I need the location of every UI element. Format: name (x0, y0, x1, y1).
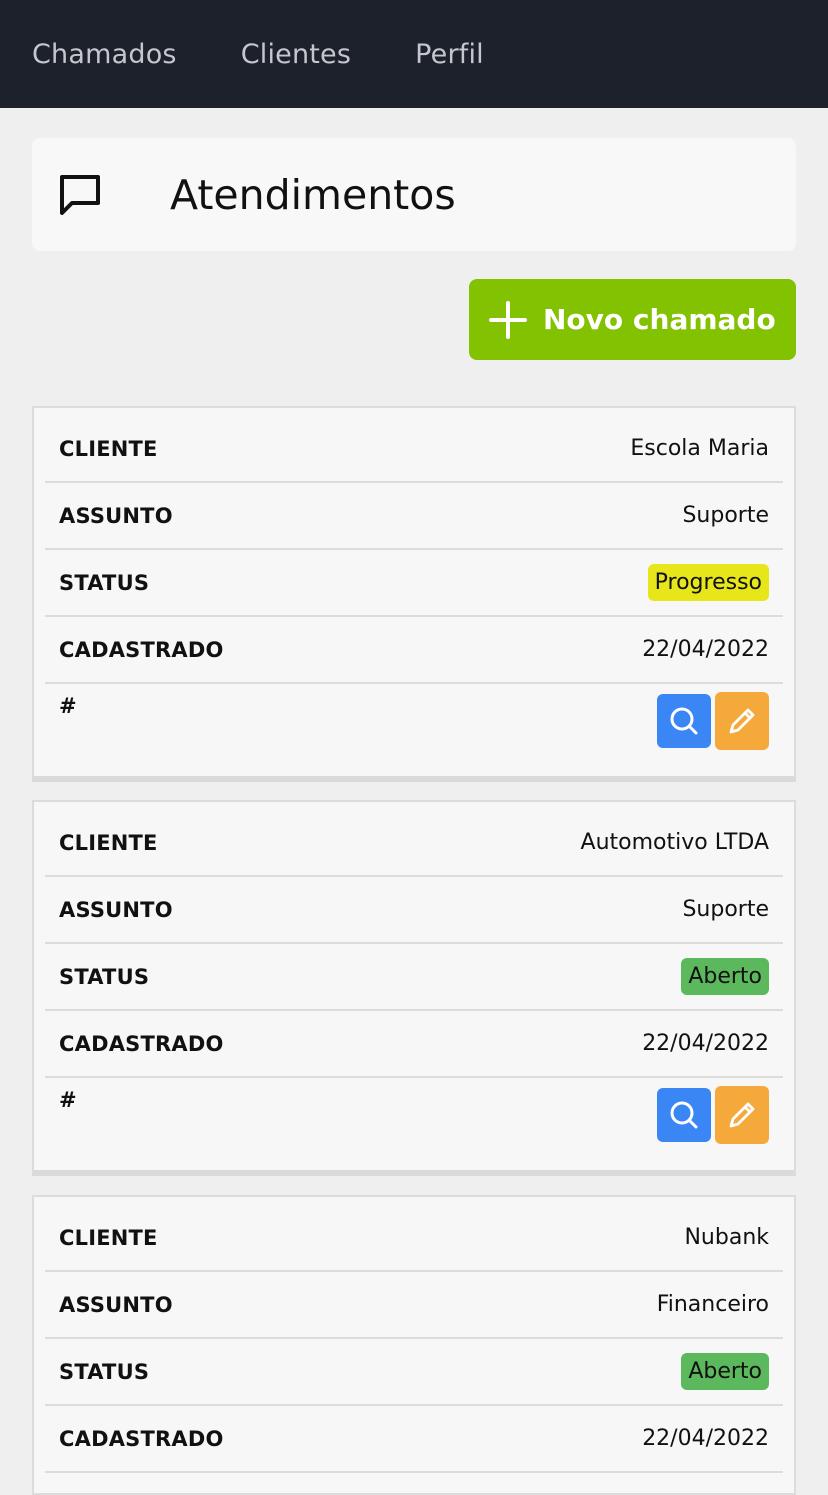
actions-label: # (59, 1088, 77, 1112)
status-badge: Aberto (681, 958, 769, 995)
cliente-value: Nubank (684, 1225, 769, 1250)
assunto-label: ASSUNTO (59, 1292, 173, 1317)
view-ticket-button[interactable] (657, 1088, 711, 1142)
ticket-row-assunto: ASSUNTO Suporte (45, 483, 783, 550)
ticket-card: CLIENTE Automotivo LTDA ASSUNTO Suporte … (32, 800, 796, 1176)
cadastrado-label: CADASTRADO (59, 1426, 224, 1451)
cliente-value: Escola Maria (630, 436, 769, 461)
page-title-card: Atendimentos (32, 138, 796, 251)
cadastrado-value: 22/04/2022 (642, 1031, 769, 1056)
assunto-value: Suporte (682, 503, 769, 528)
edit-ticket-button[interactable] (715, 692, 769, 750)
ticket-card: CLIENTE Escola Maria ASSUNTO Suporte STA… (32, 406, 796, 782)
cliente-value: Automotivo LTDA (580, 830, 769, 855)
plus-icon (489, 300, 527, 339)
ticket-card: CLIENTE Nubank ASSUNTO Financeiro STATUS… (32, 1195, 796, 1495)
new-ticket-button[interactable]: Novo chamado (469, 279, 796, 360)
status-badge: Aberto (681, 1353, 769, 1390)
nav-link-clientes[interactable]: Clientes (241, 39, 351, 70)
assunto-label: ASSUNTO (59, 897, 173, 922)
cliente-label: CLIENTE (59, 830, 158, 855)
pencil-icon (729, 708, 755, 734)
ticket-row-status: STATUS Aberto (45, 1339, 783, 1406)
cadastrado-label: CADASTRADO (59, 637, 224, 662)
ticket-row-actions: # (45, 1078, 783, 1172)
ticket-row-cadastrado: CADASTRADO 22/04/2022 (45, 1011, 783, 1078)
cliente-label: CLIENTE (59, 436, 158, 461)
ticket-row-status: STATUS Aberto (45, 944, 783, 1011)
assunto-value: Financeiro (656, 1292, 769, 1317)
ticket-row-assunto: ASSUNTO Suporte (45, 877, 783, 944)
status-label: STATUS (59, 570, 150, 595)
ticket-row-cadastrado: CADASTRADO 22/04/2022 (45, 617, 783, 684)
new-ticket-label: Novo chamado (543, 303, 776, 336)
page-title: Atendimentos (170, 170, 456, 219)
nav-link-perfil[interactable]: Perfil (415, 39, 484, 70)
chat-bubble-icon (60, 174, 100, 215)
action-buttons (657, 692, 769, 750)
cadastrado-value: 22/04/2022 (642, 1426, 769, 1451)
cadastrado-value: 22/04/2022 (642, 637, 769, 662)
status-badge: Progresso (647, 564, 769, 601)
ticket-row-cliente: CLIENTE Nubank (45, 1205, 783, 1272)
ticket-row-status: STATUS Progresso (45, 550, 783, 617)
assunto-label: ASSUNTO (59, 503, 173, 528)
status-label: STATUS (59, 1359, 150, 1384)
actions-label: # (59, 694, 77, 718)
action-buttons (657, 1086, 769, 1144)
assunto-value: Suporte (682, 897, 769, 922)
ticket-row-assunto: ASSUNTO Financeiro (45, 1272, 783, 1339)
cliente-label: CLIENTE (59, 1225, 158, 1250)
nav-link-chamados[interactable]: Chamados (32, 39, 177, 70)
ticket-row-cadastrado: CADASTRADO 22/04/2022 (45, 1406, 783, 1473)
edit-ticket-button[interactable] (715, 1086, 769, 1144)
pencil-icon (729, 1102, 755, 1128)
search-icon (670, 1101, 698, 1129)
ticket-row-actions: # (45, 684, 783, 778)
search-icon (670, 707, 698, 735)
view-ticket-button[interactable] (657, 694, 711, 748)
top-navbar: Chamados Clientes Perfil (0, 0, 828, 108)
ticket-row-cliente: CLIENTE Escola Maria (45, 416, 783, 483)
ticket-row-cliente: CLIENTE Automotivo LTDA (45, 810, 783, 877)
cadastrado-label: CADASTRADO (59, 1031, 224, 1056)
status-label: STATUS (59, 964, 150, 989)
